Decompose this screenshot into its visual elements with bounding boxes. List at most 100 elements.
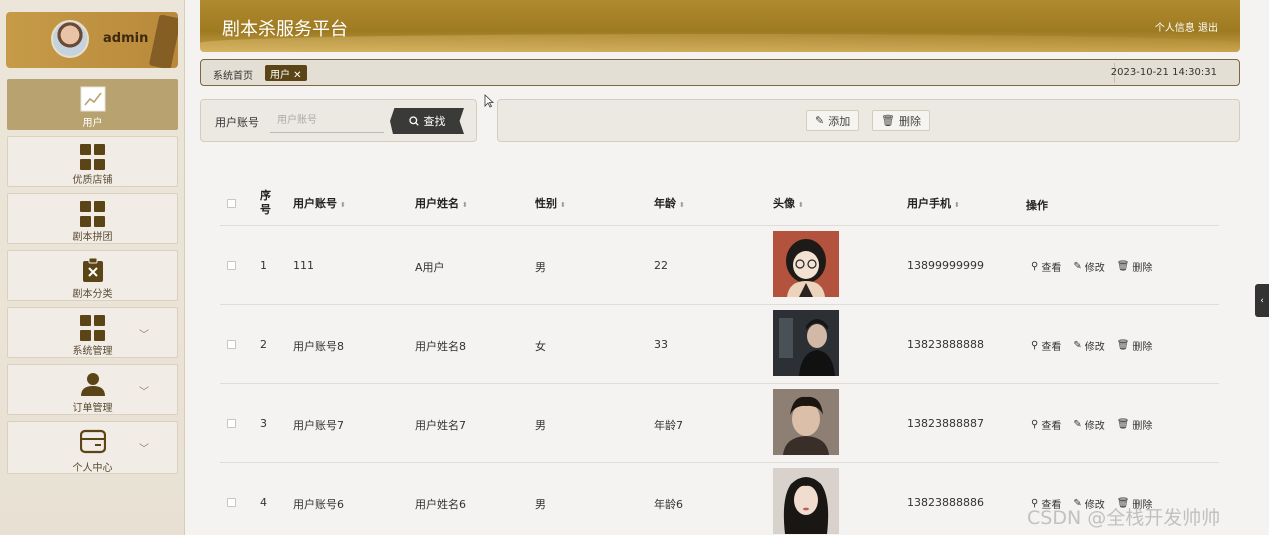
edit-button[interactable]: ✎ 修改 — [1073, 338, 1104, 353]
tab-bar: 系统首页 用户 ✕ 2023-10-21 14:30:31 — [200, 59, 1240, 86]
row-actions: ⚲ 查看 ✎ 修改 🗑 删除 — [1031, 259, 1152, 274]
cell-phone: 13899999999 — [907, 259, 984, 272]
column-header-account[interactable]: 用户账号 ⬍ — [293, 195, 346, 211]
search-icon: ⚲ — [1031, 340, 1039, 351]
app-header: 剧本杀服务平台 个人信息 退出 — [200, 0, 1240, 52]
logout-link[interactable]: 退出 — [1198, 23, 1218, 34]
search-panel: 用户账号 查找 — [200, 99, 477, 142]
table-row: 1 111 A用户 男 22 13899999999 ⚲ 查看 ✎ 修改 🗑 删除 — [220, 226, 1219, 305]
row-checkbox[interactable] — [227, 419, 236, 428]
sidebar-item-label: 剧本分类 — [72, 289, 113, 300]
current-datetime: 2023-10-21 14:30:31 — [1110, 67, 1217, 78]
mouse-cursor-icon — [484, 94, 494, 108]
trash-icon: 🗑 — [881, 114, 895, 127]
user-avatar-image — [773, 468, 839, 534]
table-header: 序 号 用户账号 ⬍ 用户姓名 ⬍ 性别 ⬍ 年龄 ⬍ 头像 ⬍ 用户手机 ⬍ 操作 — [220, 182, 1219, 226]
row-actions: ⚲ 查看 ✎ 修改 🗑 删除 — [1031, 338, 1152, 353]
header-wave-decoration — [200, 34, 1240, 52]
sidebar-item-shops[interactable]: 优质店铺 — [7, 136, 178, 187]
column-header-gender[interactable]: 性别 ⬍ — [535, 195, 566, 211]
column-header-ops: 操作 — [1026, 199, 1048, 212]
cell-age: 年龄6 — [654, 498, 683, 511]
sort-icon: ⬍ — [340, 201, 346, 209]
tab-home[interactable]: 系统首页 — [213, 67, 253, 82]
collapse-handle[interactable]: ‹ — [1255, 284, 1269, 317]
table-row: 3 用户账号7 用户姓名7 男 年龄7 13823888887 ⚲ 查看 ✎ 修改 … — [220, 384, 1219, 463]
cell-index: 4 — [260, 496, 267, 509]
trash-icon: 🗑 — [1116, 340, 1130, 351]
column-header-phone[interactable]: 用户手机 ⬍ — [907, 195, 960, 211]
chevron-down-icon: ﹀ — [139, 444, 149, 455]
edit-button[interactable]: ✎ 修改 — [1073, 417, 1104, 432]
view-button[interactable]: ⚲ 查看 — [1031, 338, 1061, 353]
cell-gender: 男 — [535, 498, 546, 511]
sidebar-item-label: 剧本拼团 — [72, 232, 113, 243]
sidebar-item-categories[interactable]: 剧本分类 — [7, 250, 178, 301]
sidebar: admin 用户 优质店铺 剧本拼团 剧本分类 系统管理 ﹀ 订单管理 ﹀ 个人… — [0, 0, 185, 535]
card-icon — [80, 429, 106, 454]
cell-phone: 13823888888 — [907, 338, 984, 351]
select-all-checkbox[interactable] — [227, 199, 236, 208]
sort-icon: ⬍ — [954, 201, 960, 209]
header-links: 个人信息 退出 — [1155, 19, 1218, 34]
clipboard-x-icon — [83, 257, 103, 282]
cell-name: 用户姓名7 — [415, 419, 466, 432]
table-row: 2 用户账号8 用户姓名8 女 33 13823888888 ⚲ 查看 ✎ 修改 🗑… — [220, 305, 1219, 384]
column-header-age[interactable]: 年龄 ⬍ — [654, 195, 685, 211]
cell-account: 用户账号6 — [293, 498, 344, 511]
sidebar-item-group-buy[interactable]: 剧本拼团 — [7, 193, 178, 244]
search-icon: ⚲ — [1031, 419, 1039, 430]
column-header-avatar[interactable]: 头像 ⬍ — [773, 195, 804, 211]
search-button[interactable]: 查找 — [390, 108, 464, 134]
edit-pen-icon: ✎ — [1073, 261, 1082, 272]
sidebar-item-system[interactable]: 系统管理 ﹀ — [7, 307, 178, 358]
sidebar-item-label: 系统管理 — [72, 346, 113, 357]
user-avatar-image — [773, 389, 839, 455]
edit-pen-icon: ✎ — [1073, 340, 1082, 351]
delete-button[interactable]: 🗑 删除 — [872, 110, 930, 131]
cell-age: 22 — [654, 259, 668, 272]
edit-button[interactable]: ✎ 修改 — [1073, 259, 1104, 274]
profile-link[interactable]: 个人信息 — [1155, 23, 1195, 34]
grid-icon — [80, 144, 106, 170]
sort-icon: ⬍ — [679, 201, 685, 209]
row-checkbox[interactable] — [227, 498, 236, 507]
sidebar-item-orders[interactable]: 订单管理 ﹀ — [7, 364, 178, 415]
chevron-left-icon: ‹ — [1260, 295, 1264, 306]
sidebar-item-personal[interactable]: 个人中心 ﹀ — [7, 421, 178, 474]
view-button[interactable]: ⚲ 查看 — [1031, 417, 1061, 432]
cell-gender: 女 — [535, 340, 546, 353]
row-checkbox[interactable] — [227, 340, 236, 349]
sidebar-item-label: 优质店铺 — [72, 175, 113, 186]
delete-row-button[interactable]: 🗑 删除 — [1117, 259, 1153, 274]
add-button[interactable]: ✎ 添加 — [806, 110, 860, 131]
search-input[interactable] — [270, 109, 384, 133]
column-header-name[interactable]: 用户姓名 ⬍ — [415, 195, 468, 211]
action-panel: ✎ 添加 🗑 删除 — [497, 99, 1240, 142]
sidebar-item-users[interactable]: 用户 — [7, 79, 178, 130]
user-name: admin — [103, 31, 149, 46]
chart-line-icon — [80, 86, 106, 112]
decoration — [148, 14, 178, 68]
tab-users[interactable]: 用户 ✕ — [265, 65, 307, 81]
cell-gender: 男 — [535, 419, 546, 432]
delete-row-button[interactable]: 🗑 删除 — [1117, 417, 1153, 432]
user-icon — [81, 373, 105, 396]
cell-index: 1 — [260, 259, 267, 272]
sort-icon: ⬍ — [798, 201, 804, 209]
row-checkbox[interactable] — [227, 261, 236, 270]
watermark: CSDN @全栈开发帅帅 — [1027, 507, 1221, 529]
user-avatar-image — [773, 310, 839, 376]
cell-phone: 13823888887 — [907, 417, 984, 430]
view-button[interactable]: ⚲ 查看 — [1031, 259, 1061, 274]
avatar — [51, 20, 89, 58]
grid-icon — [80, 315, 106, 341]
sidebar-item-label: 订单管理 — [72, 403, 113, 414]
chevron-down-icon: ﹀ — [139, 330, 149, 341]
user-profile-card[interactable]: admin — [6, 12, 178, 68]
cell-account: 111 — [293, 259, 314, 272]
cell-phone: 13823888886 — [907, 496, 984, 509]
delete-row-button[interactable]: 🗑 删除 — [1117, 338, 1153, 353]
cell-gender: 男 — [535, 261, 546, 274]
cell-index: 2 — [260, 338, 267, 351]
